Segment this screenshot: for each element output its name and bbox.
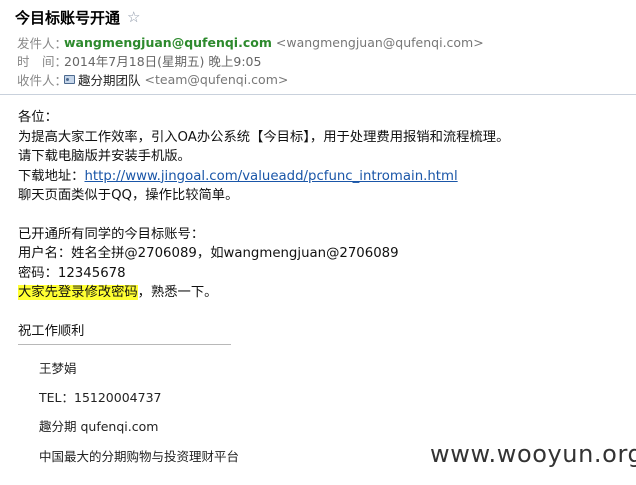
to-row: 收件人： 趣分期团队 <team@qufenqi.com> xyxy=(17,70,288,88)
email-subject: 今目标账号开通 xyxy=(15,8,121,27)
intro-text: 为提高大家工作效率，引入OA办公系统【今目标】，用于处理费用报销和流程梳理。 xyxy=(18,129,510,145)
username-line: 用户名：姓名全拼@2706089，如wangmengjuan@2706089 xyxy=(18,246,399,261)
greeting: 各位： xyxy=(18,110,58,125)
password-line: 密码：12345678 xyxy=(18,265,126,281)
to-label: 收件人： xyxy=(17,72,68,88)
download-link[interactable]: http://www.jingoal.com/valueadd/pcfunc_i… xyxy=(84,169,457,184)
download-note: 请下载电脑版并安装手机版。 xyxy=(18,149,191,164)
email-body: 各位： 为提高大家工作效率，引入OA办公系统【今目标】，用于处理费用报销和流程梳… xyxy=(18,108,618,341)
download-line: 下载地址：http://www.jingoal.com/valueadd/pcf… xyxy=(18,167,618,187)
time-label: 时 间： xyxy=(17,53,68,69)
watermark: www.wooyun.org xyxy=(430,440,636,468)
signature-company: 趣分期 qufenqi.com xyxy=(39,419,159,434)
sent-time: 2014年7月18日(星期五) 晚上9:05 xyxy=(64,53,262,69)
contact-card-icon xyxy=(64,74,75,84)
highlighted-text: 大家先登录修改密码 xyxy=(18,285,138,300)
recipient-address: <team@qufenqi.com> xyxy=(144,71,289,87)
signature-name: 王梦娟 xyxy=(39,361,77,376)
chat-note: 聊天页面类似于QQ，操作比较简单。 xyxy=(18,188,239,203)
time-row: 时 间： 2014年7月18日(星期五) 晚上9:05 xyxy=(17,51,261,69)
closing-text: 祝工作顺利 xyxy=(18,323,85,339)
highlight-line: 大家先登录修改密码，熟悉一下。 xyxy=(18,283,618,303)
signature-slogan: 中国最大的分期购物与投资理财平台 xyxy=(39,449,240,464)
signature-divider xyxy=(18,344,231,345)
download-label: 下载地址： xyxy=(18,168,85,184)
from-row: 发件人： wangmengjuan@qufenqi.com <wangmengj… xyxy=(17,33,484,51)
subject-row: 今目标账号开通 ☆ xyxy=(15,6,140,28)
highlight-suffix: ，熟悉一下。 xyxy=(137,285,218,300)
signature-tel: TEL：15120004737 xyxy=(39,390,162,405)
sender-address: <wangmengjuan@qufenqi.com> xyxy=(275,34,484,50)
from-label: 发件人： xyxy=(17,35,68,51)
recipient-name[interactable]: 趣分期团队 xyxy=(78,70,141,89)
email-header: 今目标账号开通 ☆ 发件人： wangmengjuan@qufenqi.com … xyxy=(0,0,636,95)
sender-name[interactable]: wangmengjuan@qufenqi.com xyxy=(64,35,272,50)
account-intro: 已开通所有同学的今目标账号： xyxy=(18,226,205,242)
star-icon[interactable]: ☆ xyxy=(127,8,140,26)
